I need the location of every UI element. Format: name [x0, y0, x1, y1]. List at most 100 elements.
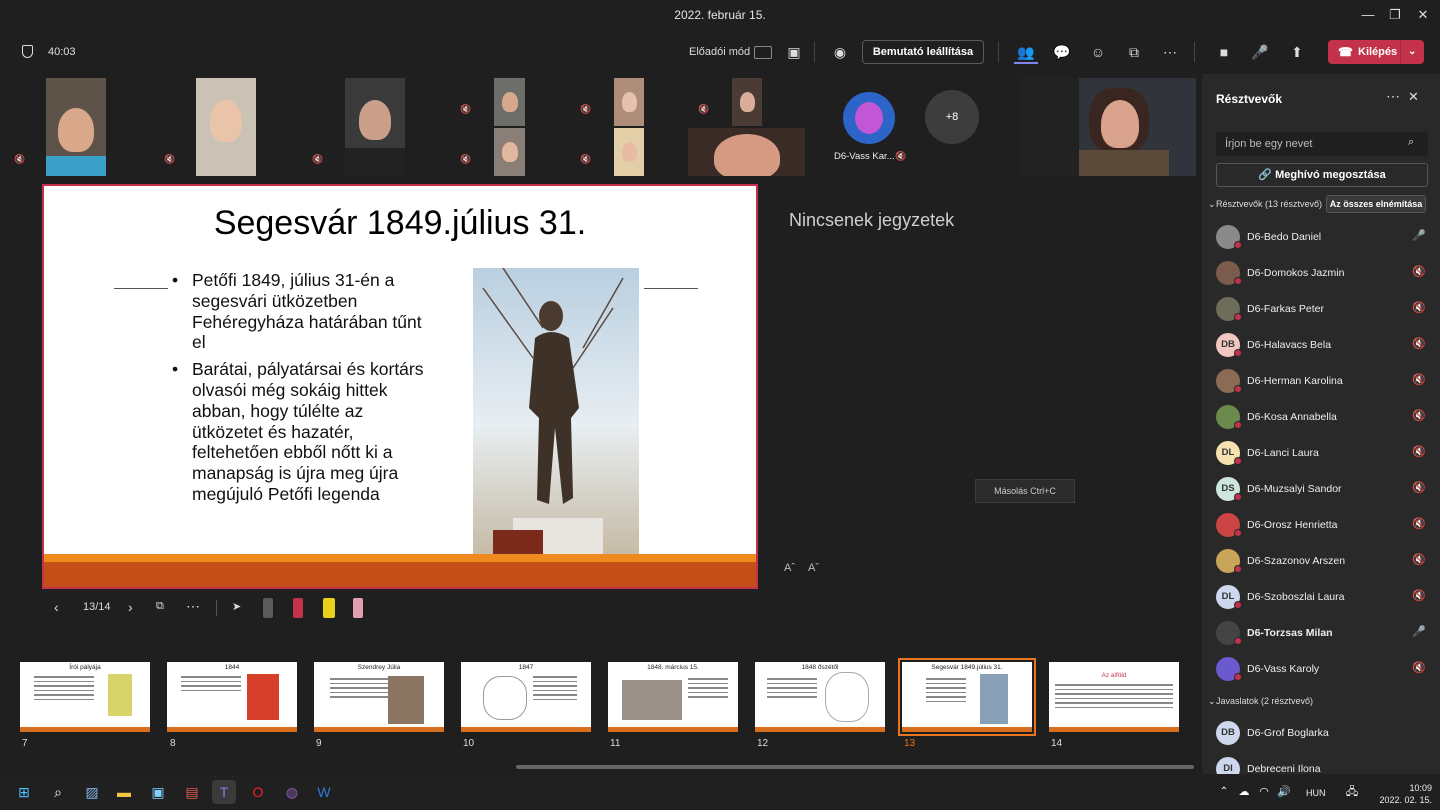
- slide-grid-icon[interactable]: ⧉: [156, 600, 164, 613]
- highlighter-icon[interactable]: [323, 598, 335, 618]
- participant-row[interactable]: D6-Orosz Henrietta 🔇: [1202, 507, 1440, 543]
- clock-time: 10:09: [1409, 783, 1432, 793]
- eye-icon[interactable]: ◉: [828, 40, 852, 64]
- mute-all-button[interactable]: Az összes elnémítása: [1326, 195, 1426, 213]
- chevron-down-icon[interactable]: ⌄: [1408, 40, 1416, 64]
- participant-name: D6-Farkas Peter: [1247, 303, 1325, 315]
- windows-start-icon[interactable]: ⊞: [12, 780, 36, 804]
- pen-black-icon[interactable]: [263, 598, 273, 618]
- leave-button[interactable]: ☎ Kilépés ⌄: [1328, 40, 1424, 64]
- more-options-icon[interactable]: ⋯: [186, 598, 200, 615]
- participant-row[interactable]: DB D6-Halavacs Bela 🔇: [1202, 327, 1440, 363]
- video-tile[interactable]: [614, 128, 644, 176]
- laser-pointer-icon[interactable]: ➤: [232, 600, 241, 613]
- invite-label: Meghívó megosztása: [1275, 169, 1386, 181]
- participant-video: [359, 100, 391, 140]
- pen-red-icon[interactable]: [293, 598, 303, 618]
- participant-row[interactable]: DL D6-Szoboszlai Laura 🔇: [1202, 579, 1440, 615]
- participant-row[interactable]: D6-Kosa Annabella 🔇: [1202, 399, 1440, 435]
- thumbnail-footer: [461, 727, 591, 732]
- mic-off-icon: 🔇: [1412, 266, 1426, 278]
- minimize-button[interactable]: —: [1358, 6, 1378, 24]
- invite-icon: 🔗: [1258, 169, 1276, 181]
- bot-avatar[interactable]: [843, 92, 895, 144]
- panel-more-icon[interactable]: ⋯: [1386, 88, 1400, 105]
- participant-row[interactable]: D6-Herman Karolina 🔇: [1202, 363, 1440, 399]
- thumbnail-title: Írói pályája: [69, 664, 101, 671]
- thumbnail-footer: [314, 727, 444, 732]
- presenter-mode-standout-icon[interactable]: [754, 46, 772, 59]
- share-invite-button[interactable]: 🔗 Meghívó megosztása: [1216, 163, 1428, 187]
- participant-row[interactable]: D6-Torzsas Milan 🎤: [1202, 615, 1440, 651]
- video-tile[interactable]: [196, 78, 256, 176]
- network-icon[interactable]: 🖧: [1340, 780, 1364, 804]
- maximize-button[interactable]: ❐: [1385, 6, 1405, 24]
- section-chevron-icon[interactable]: ⌄: [1208, 199, 1216, 210]
- eraser-icon[interactable]: [353, 598, 363, 618]
- decrease-font-button[interactable]: Aˇ: [808, 562, 819, 574]
- next-slide-icon[interactable]: ›: [128, 599, 133, 615]
- slide-thumbnail-current[interactable]: Segesvár 1849.július 31.: [898, 658, 1036, 736]
- taskbar-clock[interactable]: 10:09 2022. 02. 15.: [1372, 782, 1432, 806]
- thumbnail-number: 11: [610, 738, 621, 749]
- participant-row[interactable]: D6-Szazonov Arszen 🔇: [1202, 543, 1440, 579]
- video-tile[interactable]: [494, 78, 525, 126]
- shield-icon: [22, 45, 33, 58]
- participant-search-input[interactable]: Írjon be egy nevet: [1216, 132, 1428, 156]
- portrait-image: [388, 676, 424, 724]
- presenter-mode-sidebyside-icon[interactable]: ▣: [782, 40, 806, 64]
- thumbnail-footer: [20, 727, 150, 732]
- close-window-button[interactable]: ✕: [1413, 6, 1433, 24]
- chat-icon[interactable]: 💬: [1050, 40, 1074, 64]
- video-tile[interactable]: [688, 128, 805, 176]
- increase-font-button[interactable]: Aˆ: [784, 562, 795, 574]
- stop-presenting-button[interactable]: Bemutató leállítása: [862, 40, 984, 64]
- file-explorer-icon[interactable]: ▬: [112, 780, 136, 804]
- video-tile[interactable]: [494, 128, 525, 176]
- search-icon[interactable]: ⌕: [46, 780, 70, 804]
- previous-slide-icon[interactable]: ‹: [54, 599, 59, 615]
- app-icon[interactable]: ▣: [146, 780, 170, 804]
- word-icon[interactable]: W: [312, 780, 336, 804]
- microphone-icon[interactable]: 🎤: [1248, 40, 1272, 64]
- viber-icon[interactable]: ◍: [280, 780, 304, 804]
- thumbnail-number: 7: [22, 738, 28, 749]
- rooms-icon[interactable]: ⧉: [1122, 40, 1146, 64]
- app-icon[interactable]: ▤: [180, 780, 204, 804]
- slide-thumbnail[interactable]: Szendrey Júlia: [314, 662, 444, 732]
- video-tile[interactable]: [614, 78, 644, 126]
- participant-row[interactable]: DS D6-Muzsalyi Sandor 🔇: [1202, 471, 1440, 507]
- share-icon[interactable]: ⬆: [1285, 40, 1309, 64]
- opera-icon[interactable]: O: [246, 780, 270, 804]
- sketch-image: [483, 676, 527, 720]
- input-language[interactable]: HUN: [1306, 788, 1326, 798]
- participant-row[interactable]: D6-Bedo Daniel 🎤: [1202, 219, 1440, 255]
- participant-row[interactable]: D6-Farkas Peter 🔇: [1202, 291, 1440, 327]
- thumbnail-scrollbar[interactable]: [516, 765, 1194, 769]
- suggestion-row[interactable]: DB D6-Grof Boglarka: [1202, 715, 1440, 751]
- video-tile[interactable]: [345, 78, 405, 176]
- slide-thumbnail[interactable]: Az alföld: [1049, 662, 1179, 732]
- slide-thumbnail[interactable]: 1848 őszétől: [755, 662, 885, 732]
- slide-thumbnail[interactable]: Írói pályája: [20, 662, 150, 732]
- thumbnail-number: 10: [463, 738, 475, 749]
- slide-thumbnail[interactable]: 1848. március 15.: [608, 662, 738, 732]
- reactions-icon[interactable]: ☺: [1086, 40, 1110, 64]
- more-actions-icon[interactable]: ⋯: [1158, 40, 1182, 64]
- presenter-video-tile[interactable]: [1019, 78, 1196, 176]
- camera-icon[interactable]: ■: [1212, 40, 1236, 64]
- close-panel-icon[interactable]: ✕: [1408, 89, 1419, 105]
- overflow-participants[interactable]: +8: [925, 90, 979, 144]
- volume-icon[interactable]: 🔊: [1272, 780, 1296, 804]
- photos-app-icon[interactable]: ▨: [80, 780, 104, 804]
- participant-row[interactable]: D6-Domokos Jazmin 🔇: [1202, 255, 1440, 291]
- participant-row[interactable]: D6-Vass Karoly 🔇: [1202, 651, 1440, 687]
- participant-row[interactable]: DL D6-Lanci Laura 🔇: [1202, 435, 1440, 471]
- slide-thumbnail[interactable]: 1844: [167, 662, 297, 732]
- slide-thumbnail[interactable]: 1847: [461, 662, 591, 732]
- section-chevron-icon[interactable]: ⌄: [1208, 696, 1216, 707]
- video-tile[interactable]: [732, 78, 762, 126]
- video-tile[interactable]: [46, 78, 106, 176]
- teams-icon[interactable]: T: [212, 780, 236, 804]
- participants-icon[interactable]: 👥: [1014, 40, 1038, 64]
